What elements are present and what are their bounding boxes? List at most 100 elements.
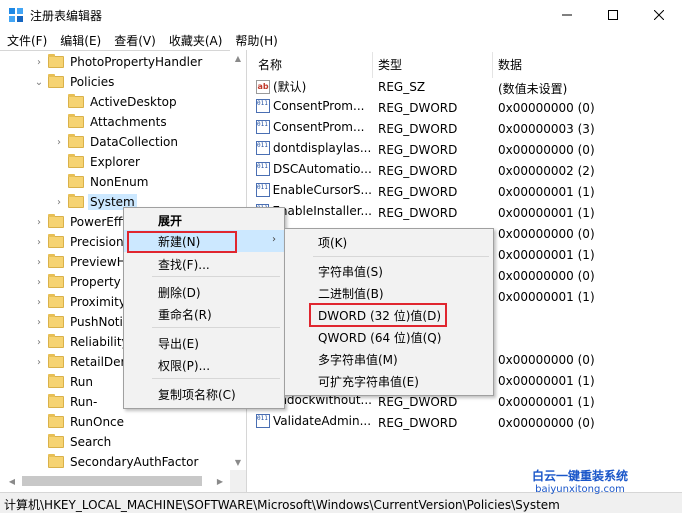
tree-item[interactable]: Run-: [34, 392, 99, 412]
chevron-right-icon[interactable]: ›: [34, 277, 44, 288]
chevron-down-icon[interactable]: ⌄: [34, 77, 44, 88]
menu-favorites[interactable]: 收藏夹(A): [162, 30, 229, 50]
tree-item[interactable]: ⌄ Policies: [34, 72, 116, 92]
chevron-right-icon[interactable]: ›: [34, 217, 44, 228]
ctx-delete[interactable]: 删除(D): [124, 281, 284, 303]
scroll-left-icon[interactable]: ◀: [4, 473, 20, 489]
tree-item[interactable]: › PreviewH: [34, 252, 128, 272]
value-data: 0x00000001 (1): [498, 395, 595, 409]
tree-item-label[interactable]: Policies: [68, 74, 116, 90]
tree-item[interactable]: › Precision: [34, 232, 126, 252]
column-header-data[interactable]: 数据: [498, 56, 522, 73]
tree-item-label[interactable]: Proximity: [68, 294, 128, 310]
tree-item-label[interactable]: Explorer: [88, 154, 142, 170]
chevron-right-icon[interactable]: ›: [34, 237, 44, 248]
tree-item[interactable]: › Property: [34, 272, 123, 292]
value-row[interactable]: 011 110DSCAutomatio... REG_DWORD 0x0000000…: [250, 159, 682, 180]
tree-item[interactable]: › DataCollection: [54, 132, 180, 152]
scroll-right-icon[interactable]: ▶: [212, 473, 228, 489]
column-header-name[interactable]: 名称: [258, 56, 282, 73]
tree-item-label[interactable]: Run-: [68, 394, 99, 410]
tree-item-label[interactable]: PowerEffi: [68, 214, 127, 230]
column-header-type[interactable]: 类型: [378, 56, 402, 73]
new-binary-value[interactable]: 二进制值(B): [285, 282, 493, 304]
new-expandable-string-value[interactable]: 可扩充字符串值(E): [285, 370, 493, 392]
tree-item-label[interactable]: RetailDer: [68, 354, 127, 370]
chevron-right-icon[interactable]: ›: [34, 57, 44, 68]
chevron-right-icon[interactable]: ›: [34, 317, 44, 328]
tree-item[interactable]: RunOnce: [34, 412, 126, 432]
tree-item-label[interactable]: Precision: [68, 234, 126, 250]
tree-item[interactable]: › Reliability: [34, 332, 131, 352]
tree-item[interactable]: › PushNoti: [34, 312, 125, 332]
chevron-right-icon[interactable]: ›: [34, 257, 44, 268]
chevron-right-icon[interactable]: ›: [54, 197, 64, 208]
tree-item[interactable]: Explorer: [54, 152, 142, 172]
tree-item[interactable]: › PhotoPropertyHandler: [34, 52, 204, 72]
tree-item[interactable]: Search: [34, 432, 113, 452]
menu-help[interactable]: 帮助(H): [228, 30, 283, 50]
tree-item[interactable]: ActiveDesktop: [54, 92, 179, 112]
tree-item-label[interactable]: SecondaryAuthFactor: [68, 454, 200, 470]
horizontal-scroll-thumb[interactable]: [22, 476, 202, 486]
tree-item-label[interactable]: Reliability: [68, 334, 131, 350]
close-button[interactable]: [636, 0, 682, 30]
tree-item[interactable]: NonEnum: [54, 172, 150, 192]
window-title: 注册表编辑器: [30, 9, 103, 23]
chevron-right-icon[interactable]: ›: [54, 137, 64, 148]
tree-item-label[interactable]: PreviewH: [68, 254, 128, 270]
new-string-value[interactable]: 字符串值(S): [285, 260, 493, 282]
close-icon: [654, 10, 664, 20]
ctx-permissions[interactable]: 权限(P)...: [124, 354, 284, 376]
menu-view[interactable]: 查看(V): [107, 30, 162, 50]
menu-file[interactable]: 文件(F): [0, 30, 53, 50]
value-name: 011 110DSCAutomatio...: [256, 162, 372, 176]
value-row[interactable]: 011 110ConsentProm... REG_DWORD 0x00000000…: [250, 96, 682, 117]
value-type: REG_DWORD: [378, 185, 458, 199]
value-row[interactable]: 011 110ConsentProm... REG_DWORD 0x00000003…: [250, 117, 682, 138]
value-row[interactable]: ab (默认) REG_SZ (数值未设置): [250, 75, 682, 96]
value-row[interactable]: 011 110EnableCursorS... REG_DWORD 0x000000…: [250, 180, 682, 201]
value-data: 0x00000000 (0): [498, 416, 595, 430]
tree-item-label[interactable]: Search: [68, 434, 113, 450]
tree-item-label[interactable]: DataCollection: [88, 134, 180, 150]
ctx-find[interactable]: 查找(F)...: [124, 253, 284, 275]
scroll-down-icon[interactable]: ▼: [230, 454, 246, 470]
value-row[interactable]: 011 110ValidateAdmin... REG_DWORD 0x000000…: [250, 411, 682, 432]
tree-item[interactable]: Run: [34, 372, 95, 392]
chevron-right-icon[interactable]: ›: [34, 357, 44, 368]
chevron-right-icon[interactable]: ›: [34, 297, 44, 308]
tree-item-label[interactable]: Property: [68, 274, 123, 290]
folder-icon: [48, 294, 64, 308]
tree-item[interactable]: › PowerEffi: [34, 212, 127, 232]
value-type: REG_DWORD: [378, 101, 458, 115]
maximize-button[interactable]: [590, 0, 636, 30]
tree-item[interactable]: Attachments: [54, 112, 169, 132]
value-row[interactable]: 011 110dontdisplaylas... REG_DWORD 0x00000…: [250, 138, 682, 159]
value-row[interactable]: 011 110EnableInstaller...REG_DWORD0x0000…: [250, 201, 682, 222]
tree-item[interactable]: SecondaryAuthFactor: [34, 452, 200, 472]
tree-item-label[interactable]: Attachments: [88, 114, 169, 130]
ctx-export[interactable]: 导出(E): [124, 332, 284, 354]
tree-item-label[interactable]: NonEnum: [88, 174, 150, 190]
folder-icon: [68, 94, 84, 108]
scroll-up-icon[interactable]: ▲: [230, 50, 246, 66]
new-qword-value[interactable]: QWORD (64 位)值(Q): [285, 326, 493, 348]
tree-item-label[interactable]: ActiveDesktop: [88, 94, 179, 110]
tree-item-label[interactable]: Run: [68, 374, 95, 390]
tree-horizontal-scrollbar[interactable]: ◀ ▶: [0, 470, 246, 492]
tree-item-label[interactable]: RunOnce: [68, 414, 126, 430]
ctx-expand[interactable]: 展开: [124, 209, 284, 231]
new-multi-string-value[interactable]: 多字符串值(M): [285, 348, 493, 370]
chevron-right-icon[interactable]: ›: [34, 337, 44, 348]
ctx-rename[interactable]: 重命名(R): [124, 303, 284, 325]
minimize-button[interactable]: [544, 0, 590, 30]
tree-item-label[interactable]: PushNoti: [68, 314, 125, 330]
value-name-text: dontdisplaylas...: [273, 141, 372, 155]
menu-edit[interactable]: 编辑(E): [53, 30, 107, 50]
tree-item-label[interactable]: PhotoPropertyHandler: [68, 54, 204, 70]
ctx-copy-key-name[interactable]: 复制项名称(C): [124, 383, 284, 405]
tree-item[interactable]: › Proximity: [34, 292, 128, 312]
tree-item[interactable]: › RetailDer: [34, 352, 127, 372]
new-key[interactable]: 项(K): [285, 231, 493, 253]
